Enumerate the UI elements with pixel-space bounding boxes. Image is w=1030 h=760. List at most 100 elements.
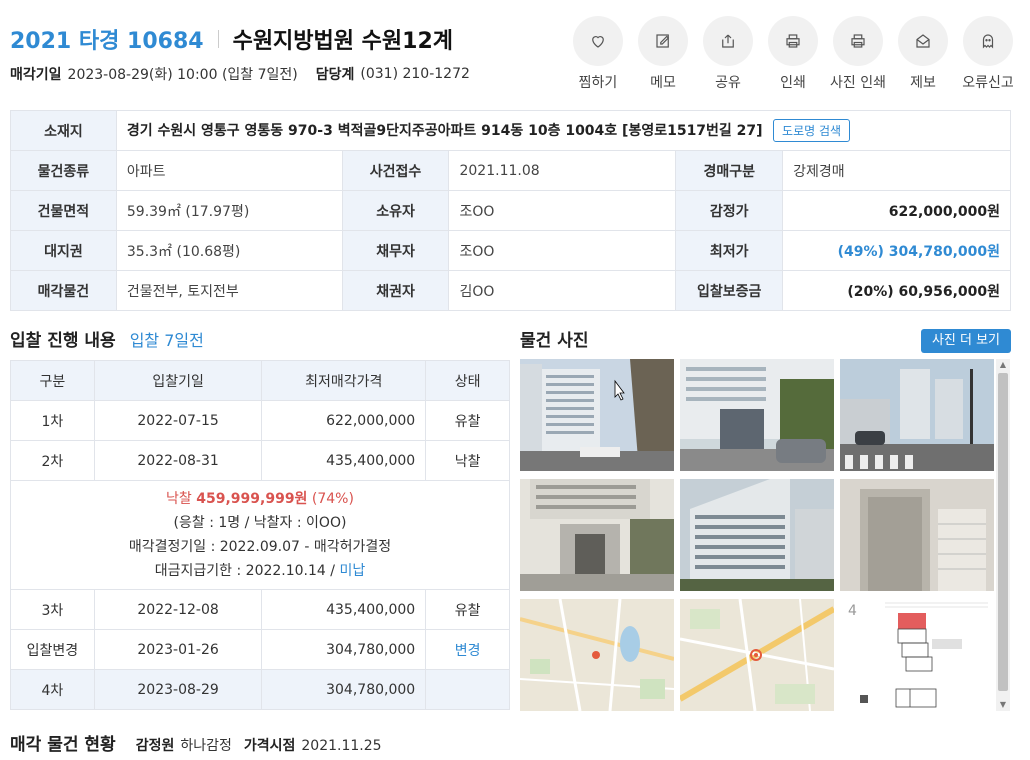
round: 입찰변경 bbox=[10, 629, 95, 670]
court-name: 수원지방법원 수원12계 bbox=[232, 29, 454, 54]
price: 304,780,000 bbox=[261, 669, 427, 710]
photo-thumbnail[interactable] bbox=[680, 359, 834, 471]
sale-status-header: 매각 물건 현황 감정원 하나감정 가격시점 2021.11.25 bbox=[10, 730, 394, 755]
land-label: 대지권 bbox=[10, 230, 117, 271]
type-label: 물건종류 bbox=[10, 150, 117, 191]
received-label: 사건접수 bbox=[341, 150, 450, 191]
items-label: 매각물건 bbox=[10, 270, 117, 311]
price: 435,400,000 bbox=[261, 440, 427, 481]
photo-print-label: 사진 인쇄 bbox=[830, 75, 886, 91]
mail-icon bbox=[916, 34, 930, 48]
bid-history-table: 구분 입찰기일 최저매각가격 상태 1차 2022-07-15 622,000,… bbox=[10, 360, 510, 710]
photo-thumbnail[interactable] bbox=[840, 359, 994, 471]
price: 435,400,000 bbox=[261, 589, 427, 630]
date: 2023-08-29 bbox=[93, 669, 263, 710]
decision-date: 매각결정기일 : 2022.09.07 - 매각허가결정 bbox=[128, 539, 392, 555]
received-value: 2021.11.08 bbox=[448, 150, 677, 191]
col-header-date: 입찰기일 bbox=[93, 360, 263, 401]
favorite-button[interactable]: 찜하기 bbox=[566, 16, 630, 92]
property-info-table: 소재지 경기 수원시 영통구 영통동 970-3 벽적골9단지주공아파트 914… bbox=[10, 110, 1012, 311]
photo-thumbnail[interactable] bbox=[840, 479, 994, 591]
scroll-thumb[interactable] bbox=[998, 373, 1008, 691]
bidder-info: (응찰 : 1명 / 낙찰자 : 이OO) bbox=[173, 515, 347, 531]
photo-grid: 4 bbox=[520, 359, 1012, 711]
price: 622,000,000 bbox=[261, 400, 427, 441]
table-row: 1차 2022-07-15 622,000,000 유찰 bbox=[10, 400, 510, 441]
creditor-label: 채권자 bbox=[341, 270, 450, 311]
date: 2022-12-08 bbox=[93, 589, 263, 630]
date: 2022-07-15 bbox=[93, 400, 263, 441]
appraiser-label: 감정원 bbox=[135, 738, 175, 754]
appraiser-value: 하나감정 bbox=[180, 738, 232, 754]
table-row: 입찰변경 2023-01-26 304,780,000 변경 bbox=[10, 629, 510, 670]
road-name-search-button[interactable]: 도로명 검색 bbox=[773, 119, 851, 142]
more-photos-button[interactable]: 사진 더 보기 bbox=[921, 329, 1011, 353]
print-button[interactable]: 인쇄 bbox=[761, 16, 825, 92]
price-date-value: 2021.11.25 bbox=[301, 738, 382, 754]
owner-label: 소유자 bbox=[341, 190, 450, 231]
date: 2022-08-31 bbox=[93, 440, 263, 481]
sale-status-title: 매각 물건 현황 bbox=[10, 735, 116, 755]
debtor-label: 채무자 bbox=[341, 230, 450, 271]
round: 3차 bbox=[10, 589, 95, 630]
deposit-value: (20%) 60,956,000원 bbox=[782, 270, 1011, 311]
share-label: 공유 bbox=[715, 75, 741, 91]
report-label: 제보 bbox=[910, 75, 936, 91]
round: 2차 bbox=[10, 440, 95, 481]
table-row: 3차 2022-12-08 435,400,000 유찰 bbox=[10, 589, 510, 630]
winning-bid-detail-row: 낙찰 459,999,999원 (74%) (응찰 : 1명 / 낙찰자 : 이… bbox=[10, 480, 510, 590]
print-icon bbox=[786, 34, 800, 48]
scroll-up-arrow-icon[interactable]: ▲ bbox=[996, 359, 1010, 371]
memo-label: 메모 bbox=[650, 75, 676, 91]
action-bar: 찜하기 메모 공유 인쇄 사진 인쇄 제보 오류신고 bbox=[565, 16, 1020, 92]
memo-button[interactable]: 메모 bbox=[631, 16, 695, 92]
photo-print-button[interactable]: 사진 인쇄 bbox=[826, 16, 890, 92]
creditor-value: 김OO bbox=[448, 270, 677, 311]
table-row: 2차 2022-08-31 435,400,000 낙찰 bbox=[10, 440, 510, 481]
photo-thumbnail[interactable] bbox=[520, 359, 674, 471]
min-price-value: (49%) 304,780,000원 bbox=[782, 230, 1011, 271]
type-value: 아파트 bbox=[115, 150, 343, 191]
print-label: 인쇄 bbox=[780, 75, 806, 91]
floorplan-page-number: 4 bbox=[848, 603, 857, 619]
status: 유찰 bbox=[425, 400, 510, 441]
report-button[interactable]: 제보 bbox=[891, 16, 955, 92]
photo-thumbnail[interactable] bbox=[680, 479, 834, 591]
auction-kind-value: 강제경매 bbox=[782, 150, 1011, 191]
share-icon bbox=[722, 34, 734, 48]
payment-status: 미납 bbox=[339, 563, 366, 579]
auction-kind-label: 경매구분 bbox=[675, 150, 784, 191]
won-label: 낙찰 bbox=[166, 491, 192, 507]
appraisal-value: 622,000,000원 bbox=[782, 190, 1011, 231]
min-price-label: 최저가 bbox=[675, 230, 784, 271]
share-button[interactable]: 공유 bbox=[696, 16, 760, 92]
status: 유찰 bbox=[425, 589, 510, 630]
photo-print-icon bbox=[851, 34, 865, 48]
scroll-down-arrow-icon[interactable]: ▼ bbox=[996, 699, 1010, 711]
owner-value: 조OO bbox=[448, 190, 677, 231]
bid-section-title: 입찰 진행 내용 입찰 7일전 bbox=[10, 326, 204, 351]
area-value: 59.39㎡ (17.97평) bbox=[115, 190, 343, 231]
payment-deadline: 대금지급기한 : 2022.10.14 / bbox=[154, 563, 335, 579]
floorplan-thumbnail[interactable]: 4 bbox=[840, 599, 994, 711]
winning-bid-detail: 낙찰 459,999,999원 (74%) (응찰 : 1명 / 낙찰자 : 이… bbox=[10, 480, 510, 590]
status bbox=[425, 669, 510, 710]
photo-thumbnail[interactable] bbox=[520, 479, 674, 591]
location-address: 경기 수원시 영통구 영통동 970-3 벽적골9단지주공아파트 914동 10… bbox=[126, 123, 763, 139]
date: 2023-01-26 bbox=[93, 629, 263, 670]
map-thumbnail[interactable] bbox=[680, 599, 834, 711]
contact-phone: (031) 210-1272 bbox=[360, 66, 470, 82]
col-header-round: 구분 bbox=[10, 360, 95, 401]
debtor-value: 조OO bbox=[448, 230, 677, 271]
error-report-button[interactable]: 오류신고 bbox=[956, 16, 1020, 92]
ghost-icon bbox=[982, 34, 994, 49]
status: 낙찰 bbox=[425, 440, 510, 481]
memo-icon bbox=[656, 34, 670, 48]
won-amount: 459,999,999원 bbox=[196, 491, 308, 507]
photo-scrollbar[interactable]: ▲ ▼ bbox=[996, 359, 1010, 711]
won-pct: (74%) bbox=[311, 491, 354, 507]
location-cell: 경기 수원시 영통구 영통동 970-3 벽적골9단지주공아파트 914동 10… bbox=[115, 110, 1012, 151]
map-thumbnail[interactable] bbox=[520, 599, 674, 711]
sale-date: 2023-08-29(화) 10:00 (입찰 7일전) bbox=[67, 67, 298, 83]
table-row-current: 4차 2023-08-29 304,780,000 bbox=[10, 669, 510, 710]
